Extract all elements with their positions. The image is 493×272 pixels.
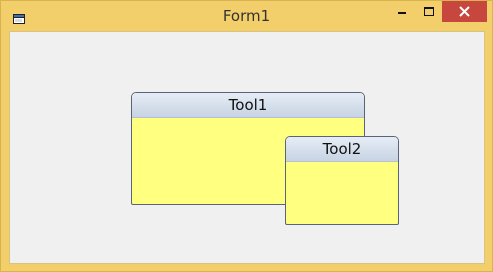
maximize-icon — [424, 7, 434, 16]
form-window: Form1 Tool1 Tool2 — [0, 0, 493, 272]
close-icon — [459, 6, 470, 17]
maximize-button[interactable] — [416, 1, 442, 22]
close-button[interactable] — [442, 1, 487, 22]
tool1-title[interactable]: Tool1 — [132, 93, 364, 118]
tool2-panel[interactable]: Tool2 — [285, 136, 399, 225]
tool2-title[interactable]: Tool2 — [286, 137, 398, 162]
form-client-area[interactable]: Tool1 Tool2 — [9, 31, 485, 264]
minimize-button[interactable] — [389, 1, 416, 22]
minimize-icon — [398, 12, 406, 14]
title-bar[interactable]: Form1 — [1, 1, 492, 31]
